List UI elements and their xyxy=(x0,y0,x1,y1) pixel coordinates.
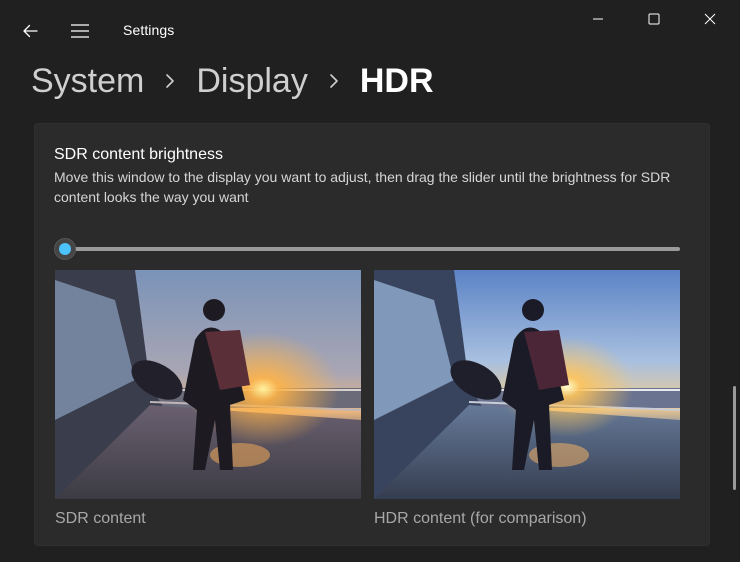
hamburger-menu-icon xyxy=(71,24,89,38)
scrollbar-thumb[interactable] xyxy=(733,386,736,490)
sdr-preview-image xyxy=(55,270,361,499)
menu-button[interactable] xyxy=(64,16,96,46)
chevron-right-icon xyxy=(330,74,338,88)
breadcrumb-separator xyxy=(144,73,196,89)
minimize-button[interactable] xyxy=(570,0,626,38)
card-description: Move this window to the display you want… xyxy=(54,169,671,205)
breadcrumb: System Display HDR xyxy=(31,58,434,104)
breadcrumb-item-hdr: HDR xyxy=(359,61,434,100)
slider-thumb-dot xyxy=(59,243,71,255)
maximize-icon xyxy=(648,13,660,25)
back-button[interactable] xyxy=(14,16,46,46)
maximize-button[interactable] xyxy=(626,0,682,38)
breadcrumb-item-display[interactable]: Display xyxy=(196,62,307,101)
hdr-preview-image xyxy=(374,270,680,499)
app-title: Settings xyxy=(123,22,175,38)
slider-track[interactable] xyxy=(66,247,680,251)
breadcrumb-item-system[interactable]: System xyxy=(31,62,144,101)
chevron-right-icon xyxy=(166,74,175,88)
close-icon xyxy=(704,13,716,25)
card-title: SDR content brightness xyxy=(54,146,223,163)
sdr-content-label: SDR content xyxy=(55,510,146,527)
minimize-icon xyxy=(593,18,603,20)
sdr-brightness-slider[interactable] xyxy=(54,238,680,260)
arrow-left-icon xyxy=(23,24,38,38)
hdr-content-label: HDR content (for comparison) xyxy=(374,510,587,527)
sdr-brightness-card: SDR content brightness Move this window … xyxy=(34,123,710,546)
slider-thumb[interactable] xyxy=(54,238,76,260)
breadcrumb-separator xyxy=(308,73,360,89)
close-button[interactable] xyxy=(682,0,738,38)
title-bar: Settings xyxy=(0,0,740,58)
